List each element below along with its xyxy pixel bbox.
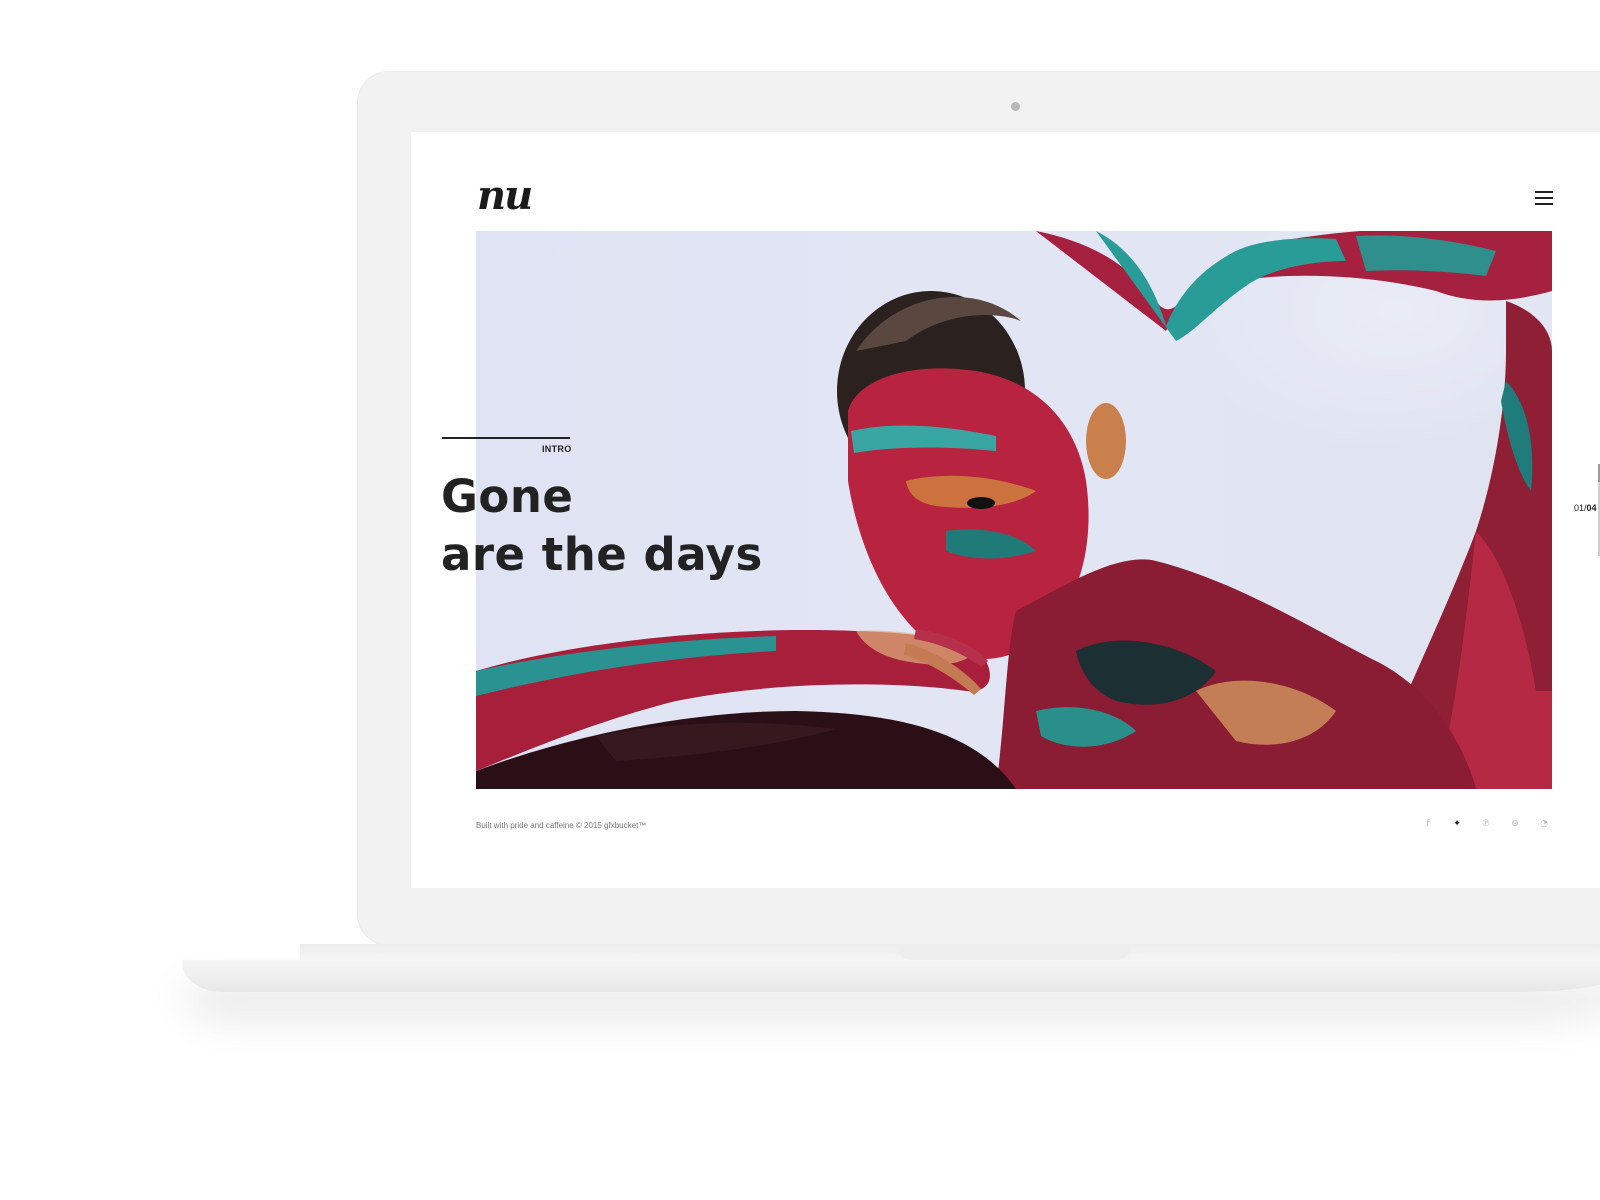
laptop-base-notch: [896, 944, 1132, 960]
rss-icon[interactable]: ◔: [1537, 817, 1551, 831]
hamburger-menu-icon[interactable]: [1535, 191, 1553, 205]
hero-headline-line2: are the days: [441, 528, 763, 581]
intro-label: INTRO: [542, 444, 572, 454]
intro-rule: [442, 437, 570, 439]
laptop-camera: [1011, 102, 1020, 111]
slide-current: 01: [1574, 503, 1585, 513]
laptop-base: [182, 960, 1600, 992]
slide-total: 04: [1586, 503, 1597, 513]
social-links: f ✦ ℗ ⊛ ◔: [1421, 817, 1551, 831]
footer-credit: Built with pride and caffeine © 2015 gfx…: [476, 821, 647, 830]
pinterest-icon[interactable]: ℗: [1479, 817, 1493, 831]
dribbble-icon[interactable]: ⊛: [1508, 817, 1522, 831]
facebook-icon[interactable]: f: [1421, 817, 1435, 831]
hero-headline: Gone are the days: [441, 468, 763, 584]
site-logo[interactable]: nu: [477, 176, 533, 216]
hero-headline-line1: Gone: [441, 470, 574, 523]
slide-counter: 01/04: [1574, 503, 1597, 513]
laptop-mockup: nu INTRO Gone are the days 01/04 Built w…: [0, 0, 1600, 1200]
laptop-screen: nu INTRO Gone are the days 01/04 Built w…: [411, 132, 1600, 888]
twitter-icon[interactable]: ✦: [1450, 817, 1464, 831]
